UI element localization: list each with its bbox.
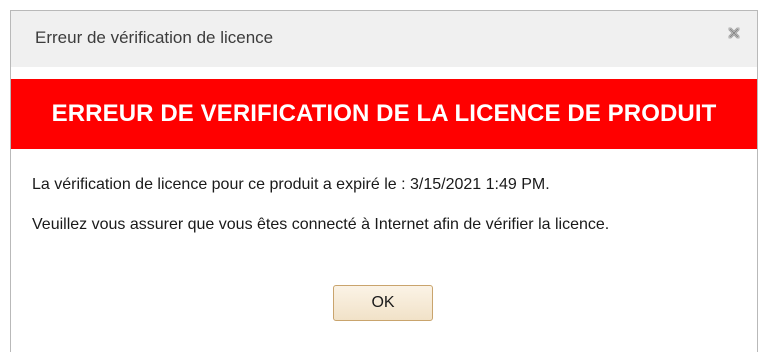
window-title: Erreur de vérification de licence: [35, 28, 274, 47]
expiry-message: La vérification de licence pour ce produ…: [32, 176, 550, 193]
connection-message: Veuillez vous assurer que vous êtes conn…: [32, 216, 610, 233]
license-error-dialog: Erreur de vérification de licence ERREUR…: [10, 10, 758, 352]
close-icon: [728, 27, 740, 39]
close-button[interactable]: [721, 23, 747, 45]
error-banner-text: ERREUR DE VERIFICATION DE LA LICENCE DE …: [51, 100, 717, 127]
title-bar: Erreur de vérification de licence: [11, 11, 757, 67]
ok-button[interactable]: OK: [333, 285, 433, 321]
error-banner: ERREUR DE VERIFICATION DE LA LICENCE DE …: [11, 79, 757, 149]
